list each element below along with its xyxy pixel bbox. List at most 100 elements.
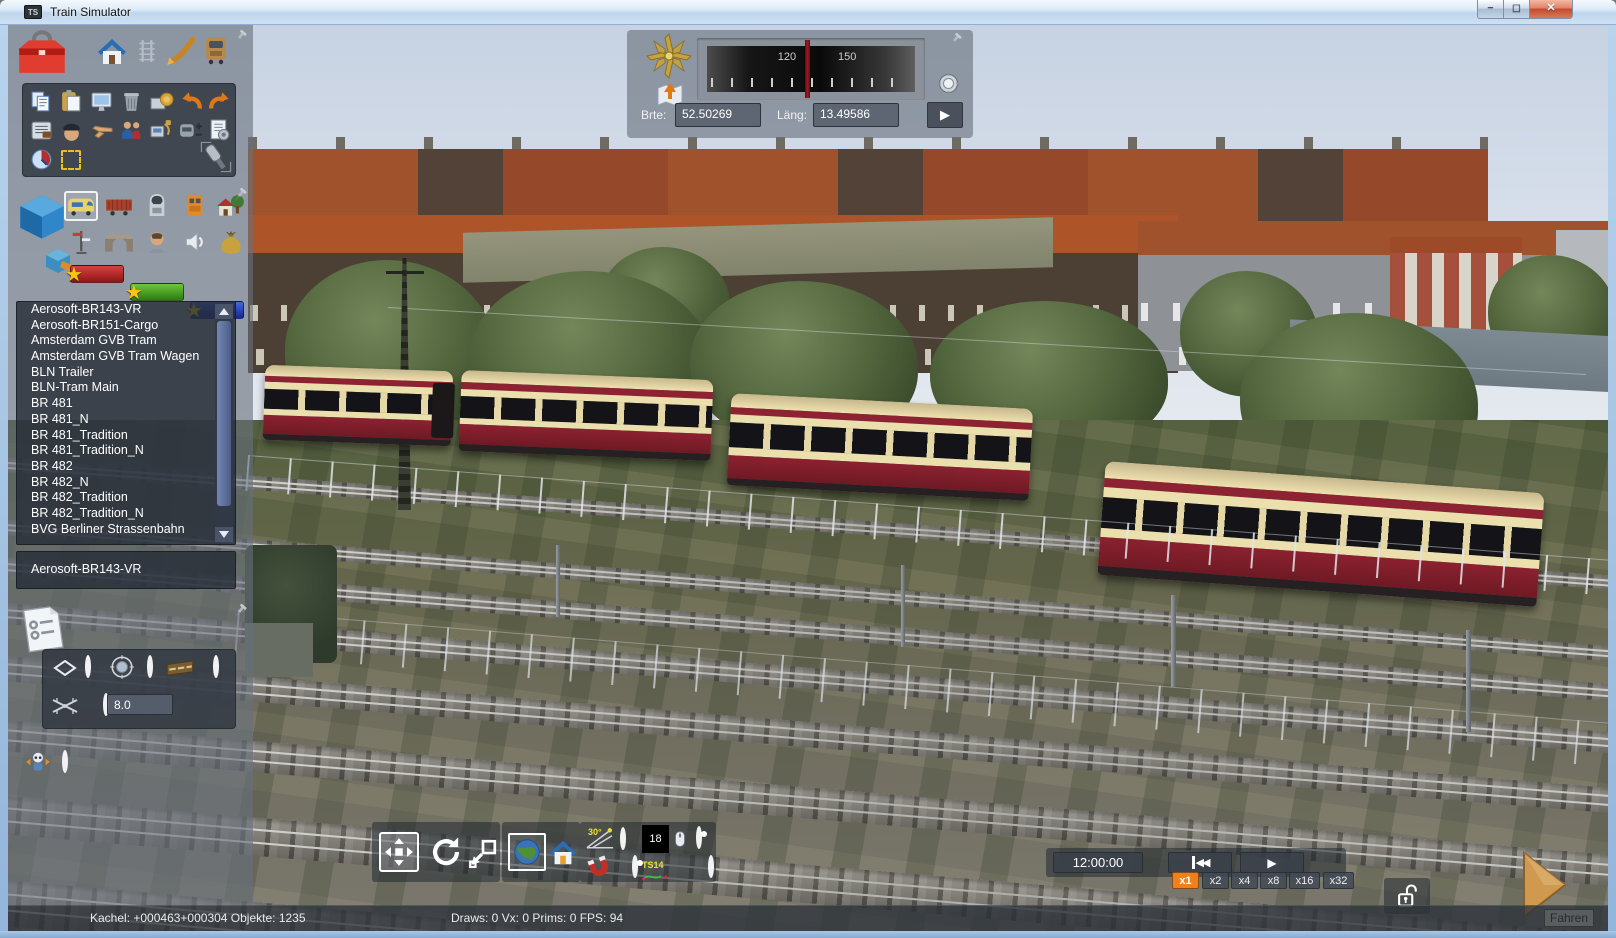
status-bar: Kachel: +000463+000304 Objekte: 1235 Dra…	[8, 905, 1608, 931]
list-item[interactable]: BR 482_N	[17, 475, 235, 491]
category-engines-button[interactable]	[64, 191, 98, 221]
speed-x8-button[interactable]: x8	[1260, 872, 1287, 889]
time-play-button[interactable]: ▶	[1240, 852, 1304, 873]
undo-button[interactable]	[178, 89, 204, 115]
copy-documents-button[interactable]	[29, 89, 54, 114]
category-multiple-units-button[interactable]	[140, 189, 174, 221]
maximize-button[interactable]: ◻	[1503, 0, 1530, 19]
road-snap-radio[interactable]	[213, 655, 219, 678]
speed-x32-button[interactable]: x32	[1323, 872, 1354, 889]
list-item[interactable]: BLN-Tram Main	[17, 380, 235, 396]
pin-icon[interactable]	[230, 29, 248, 52]
angle-snap-radio[interactable]	[620, 827, 626, 850]
latitude-field[interactable]: 52.50269	[675, 103, 761, 127]
people-button[interactable]	[119, 118, 144, 143]
move-tool-button[interactable]	[379, 832, 419, 872]
list-item[interactable]: BR 482_Tradition_N	[17, 506, 235, 522]
paintbrush-icon	[167, 36, 196, 65]
minimize-button[interactable]: −	[1477, 0, 1504, 19]
magnet-snap-radio[interactable]	[632, 855, 638, 878]
speed-x2-button[interactable]: x2	[1202, 872, 1229, 889]
favorites-green-button[interactable]: ★	[125, 282, 184, 304]
train-car-3[interactable]	[726, 393, 1034, 501]
asset-list[interactable]: Aerosoft-BR143-VR Aerosoft-BR151-Cargo A…	[16, 301, 236, 545]
measure-button[interactable]	[149, 89, 174, 114]
category-wagons-button[interactable]	[102, 191, 136, 221]
list-item[interactable]: BR 481_N	[17, 412, 235, 428]
category-trams-button[interactable]	[178, 189, 212, 221]
rotate-snap-radio[interactable]	[147, 655, 153, 678]
scale-tool-button[interactable]	[468, 834, 498, 872]
pin-icon[interactable]	[230, 603, 248, 626]
wagons-icon	[106, 199, 132, 216]
list-item[interactable]: BR 481	[17, 396, 235, 412]
close-button[interactable]: ✕	[1529, 0, 1573, 19]
category-signals-button[interactable]	[64, 227, 98, 257]
category-people-button[interactable]	[140, 227, 174, 257]
3d-viewport[interactable]: ★ ★ ★ Aerosoft-BR143-VR Aerosoft-BR151-C…	[8, 25, 1608, 931]
scroll-down-button[interactable]	[215, 527, 233, 542]
train-car-1[interactable]	[262, 364, 454, 447]
rotate-icon	[432, 837, 460, 866]
ts14-snap-radio[interactable]	[708, 855, 714, 878]
rails-tab[interactable]	[134, 37, 160, 70]
time-display[interactable]: 12:00:00	[1053, 852, 1143, 873]
consist-list-button[interactable]	[29, 118, 54, 143]
list-item[interactable]: BR 481_Tradition_N	[17, 443, 235, 459]
speed-x4-button[interactable]: x4	[1231, 872, 1258, 889]
speed-x16-button[interactable]: x16	[1289, 872, 1320, 889]
title-bar[interactable]: TS Train Simulator	[0, 0, 1616, 25]
gradient-input[interactable]	[107, 694, 173, 715]
list-item[interactable]: Amsterdam GVB Tram	[17, 333, 235, 349]
list-item[interactable]: BVG Berliner Strassenbahn	[17, 522, 235, 538]
speed-x1-button[interactable]: x1	[1172, 872, 1199, 889]
scrollbar-thumb[interactable]	[217, 321, 231, 506]
list-item[interactable]: Amsterdam GVB Tram Wagen	[17, 349, 235, 365]
list-item[interactable]: Aerosoft-BR143-VR	[17, 302, 235, 318]
list-item[interactable]: BLN Trailer	[17, 365, 235, 381]
pin-icon[interactable]	[230, 187, 248, 210]
longitude-field[interactable]: 13.49586	[813, 103, 899, 127]
category-bridges-button[interactable]	[102, 227, 136, 257]
time-rewind-button[interactable]: ◀◀	[1168, 852, 1232, 873]
redo-button[interactable]	[207, 89, 233, 115]
engine-tab[interactable]	[200, 33, 232, 72]
selected-asset-box[interactable]: Aerosoft-BR143-VR	[16, 551, 236, 589]
walker-radio[interactable]	[62, 750, 68, 773]
free-placement-radio[interactable]	[85, 655, 91, 678]
rotate-tool-button[interactable]	[426, 832, 466, 872]
driver-button[interactable]	[59, 118, 84, 143]
category-misc-button[interactable]	[214, 227, 248, 257]
home-tab[interactable]	[96, 35, 128, 72]
scroll-up-button[interactable]	[215, 304, 233, 319]
list-item[interactable]: Aerosoft-BR151-Cargo	[17, 318, 235, 334]
pin-icon[interactable]	[945, 32, 963, 55]
category-sounds-button[interactable]	[178, 227, 212, 257]
heading-gauge-frame: 120 150	[697, 38, 925, 100]
road-snap-icon	[165, 656, 195, 683]
home-view-button[interactable]	[548, 833, 578, 871]
favorites-red-button[interactable]: ★	[65, 264, 124, 286]
goto-button[interactable]: ▶	[927, 102, 963, 128]
rewind-icon: ◀◀	[1191, 856, 1210, 869]
clipboard-button[interactable]	[59, 89, 84, 114]
list-item[interactable]: BR 482	[17, 459, 235, 475]
object-mode-button[interactable]	[16, 191, 68, 248]
pointer-hand-button[interactable]	[89, 118, 114, 143]
camera-target-button[interactable]	[935, 70, 962, 102]
clock-pie-button[interactable]	[29, 147, 54, 172]
marquee-select-button[interactable]	[61, 150, 81, 170]
list-item[interactable]: BR 481_Tradition	[17, 428, 235, 444]
world-view-button[interactable]	[508, 833, 546, 871]
list-scrollbar[interactable]	[215, 304, 233, 542]
train-car-2[interactable]	[458, 369, 714, 461]
refuel-button[interactable]	[149, 118, 174, 143]
rotation-step-badge[interactable]: 18	[642, 825, 669, 853]
delete-trash-button[interactable]	[119, 89, 144, 114]
mouse-mode-radio[interactable]	[696, 826, 702, 849]
paint-tab[interactable]	[164, 33, 198, 72]
monitor-button[interactable]	[89, 89, 114, 114]
blower-button[interactable]	[199, 140, 233, 174]
list-item[interactable]: BR 482_Tradition	[17, 490, 235, 506]
toolbox-tab[interactable]	[16, 29, 68, 86]
